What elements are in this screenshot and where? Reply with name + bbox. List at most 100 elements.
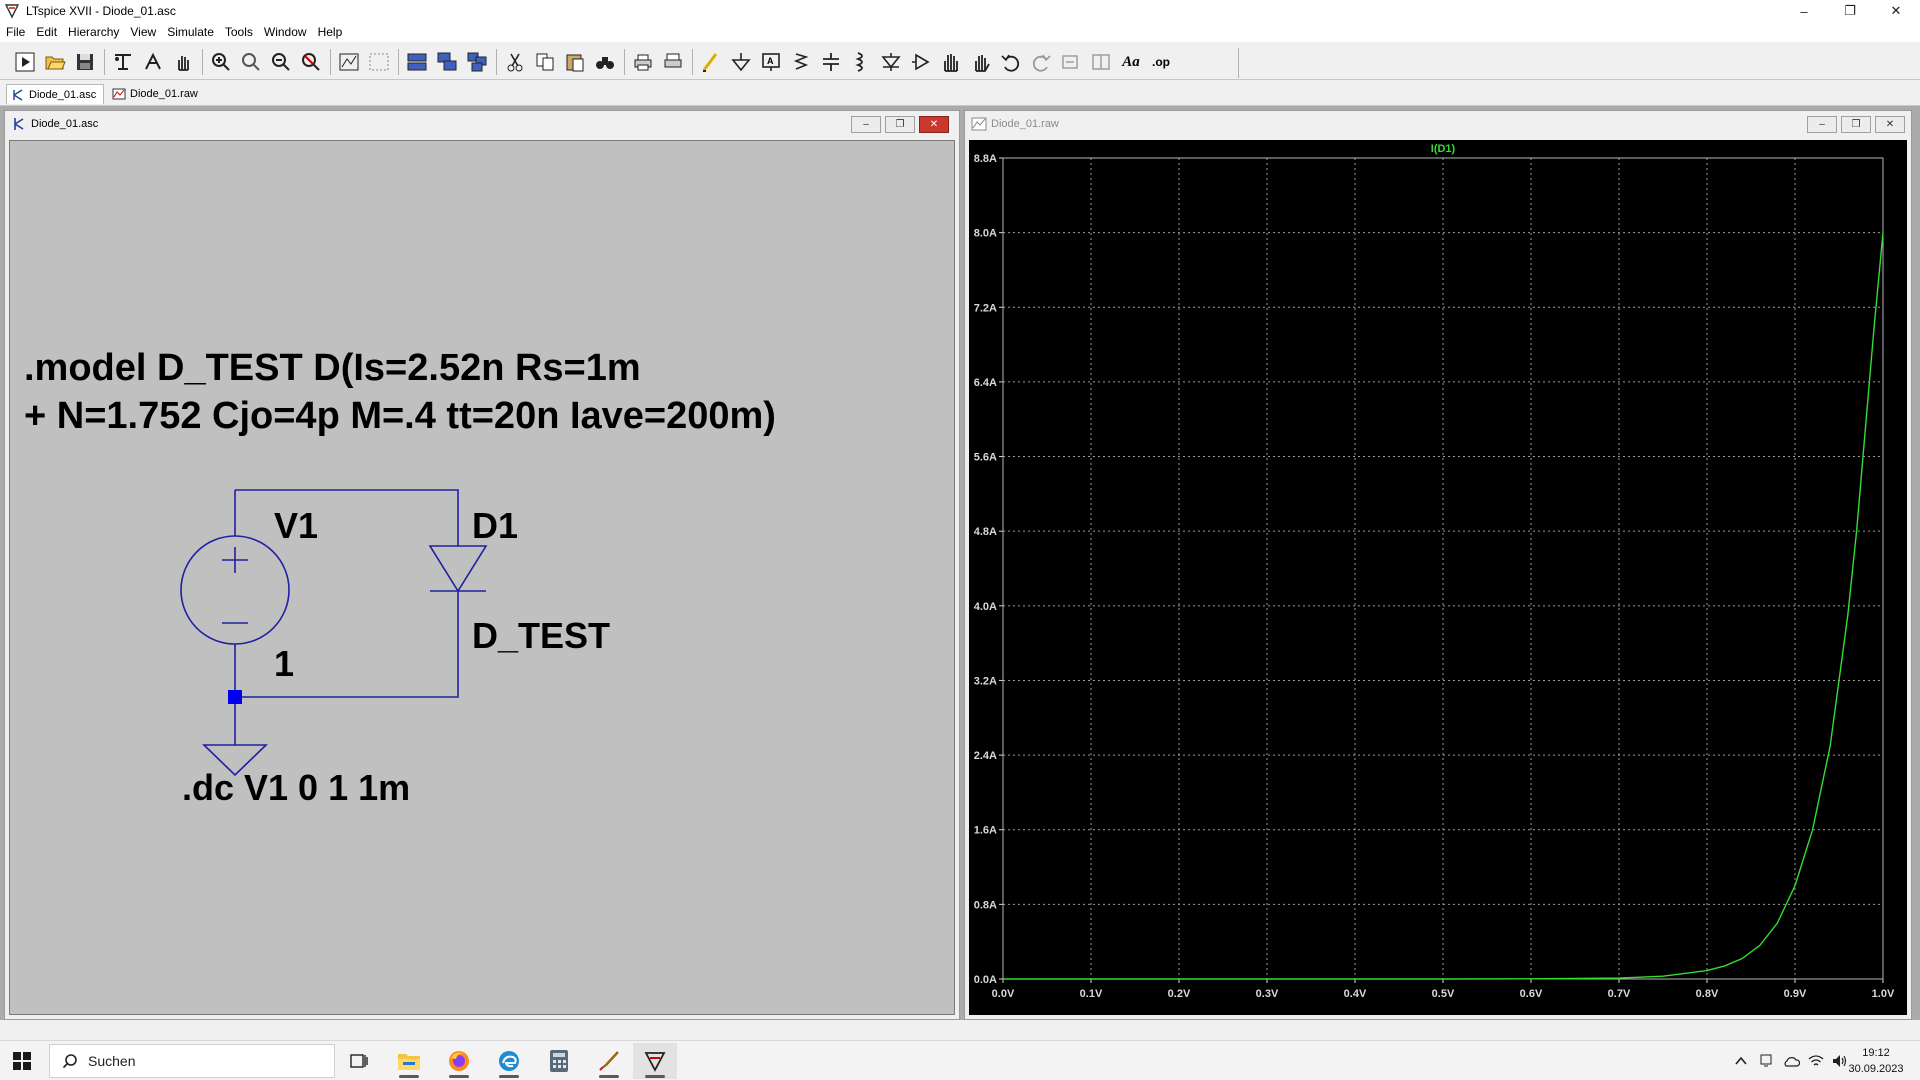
- print-icon[interactable]: [630, 49, 656, 75]
- junction-node[interactable]: [228, 690, 242, 704]
- label-net-icon[interactable]: A: [758, 49, 784, 75]
- ltspice-taskbar-icon[interactable]: [633, 1043, 677, 1079]
- zoom-cancel-icon[interactable]: [298, 49, 324, 75]
- menu-help[interactable]: Help: [318, 25, 343, 39]
- draw-wire-icon[interactable]: [698, 49, 724, 75]
- capacitor-icon[interactable]: [818, 49, 844, 75]
- autorange-icon[interactable]: [336, 49, 362, 75]
- plot-window: Diode_01.raw – ❐ ✕ 0.0V 0.1V 0.2V 0.3V 0.4V 0…: [964, 110, 1912, 1020]
- windows-start-icon[interactable]: [12, 1051, 32, 1071]
- diode-d1[interactable]: [428, 545, 488, 593]
- child-minimize-button[interactable]: –: [851, 116, 881, 133]
- taskbar-clock[interactable]: 19:12 30.09.2023: [1840, 1045, 1912, 1077]
- edge-icon[interactable]: [487, 1043, 531, 1079]
- zoom-out-icon[interactable]: [268, 49, 294, 75]
- waveform-icon[interactable]: [366, 49, 392, 75]
- restore-button[interactable]: ❐: [1830, 0, 1870, 22]
- mirror-icon[interactable]: [1088, 49, 1114, 75]
- control-panel-icon[interactable]: [110, 49, 136, 75]
- inductor-icon[interactable]: [848, 49, 874, 75]
- mdi-area: Diode_01.asc – ❐ ✕ .model D_TEST D(Is=2.…: [0, 106, 1920, 1020]
- cascade-icon[interactable]: [434, 49, 460, 75]
- schematic-window-titlebar: Diode_01.asc: [5, 111, 959, 137]
- onedrive-icon[interactable]: [1782, 1054, 1800, 1068]
- x-tick-label: 0.7V: [1608, 988, 1631, 1000]
- copy-icon[interactable]: [532, 49, 558, 75]
- toolbar-separator: [624, 49, 625, 75]
- run-icon[interactable]: [12, 49, 38, 75]
- device-icon[interactable]: [1758, 1053, 1774, 1069]
- wire-bottom[interactable]: [235, 591, 459, 698]
- menu-file[interactable]: File: [6, 25, 25, 39]
- plot-window-titlebar: Diode_01.raw: [965, 111, 1911, 137]
- v1-value-label[interactable]: 1: [274, 643, 294, 685]
- child-restore-button[interactable]: ❐: [885, 116, 915, 133]
- diode-icon[interactable]: [878, 49, 904, 75]
- waveform-plot-pane[interactable]: 0.0V 0.1V 0.2V 0.3V 0.4V 0.5V 0.6V 0.7V 0.8V 0.9V…: [969, 140, 1907, 1015]
- schematic-canvas[interactable]: .model D_TEST D(Is=2.52n Rs=1m + N=1.752…: [9, 140, 955, 1015]
- child-close-button[interactable]: ✕: [919, 116, 949, 133]
- task-view-icon[interactable]: [337, 1043, 381, 1079]
- save-icon[interactable]: [72, 49, 98, 75]
- x-tick-label: 0.8V: [1696, 988, 1719, 1000]
- x-tick-label: 0.2V: [1168, 988, 1191, 1000]
- d1-model-label[interactable]: D_TEST: [472, 615, 610, 657]
- v1-label[interactable]: V1: [274, 505, 318, 547]
- taskbar-search-box[interactable]: Suchen: [49, 1044, 335, 1078]
- menu-tools[interactable]: Tools: [225, 25, 253, 39]
- print-preview-icon[interactable]: [660, 49, 686, 75]
- tile-horizontal-icon[interactable]: [404, 49, 430, 75]
- wifi-icon[interactable]: [1808, 1054, 1824, 1068]
- firefox-icon[interactable]: [437, 1043, 481, 1079]
- d1-label[interactable]: D1: [472, 505, 518, 547]
- spice-directive-icon[interactable]: .op: [1148, 49, 1174, 75]
- tab-label: Diode_01.asc: [29, 88, 97, 101]
- component-icon[interactable]: [908, 49, 934, 75]
- tile-vertical-icon[interactable]: [464, 49, 490, 75]
- menu-edit[interactable]: Edit: [36, 25, 57, 39]
- tab-diode-raw[interactable]: Diode_01.raw: [108, 84, 204, 104]
- rotate-icon[interactable]: [1058, 49, 1084, 75]
- x-tick-label: 0.9V: [1784, 988, 1807, 1000]
- undo-icon[interactable]: [998, 49, 1024, 75]
- redo-icon[interactable]: [1028, 49, 1054, 75]
- move-icon[interactable]: [938, 49, 964, 75]
- open-icon[interactable]: [42, 49, 68, 75]
- close-button[interactable]: ✕: [1876, 0, 1916, 22]
- ground-icon[interactable]: [728, 49, 754, 75]
- y-tick-label: 2.4A: [974, 750, 997, 762]
- pen-tool-icon[interactable]: [587, 1043, 631, 1079]
- y-tick-label: 3.2A: [974, 675, 997, 687]
- plot-restore-button[interactable]: ❐: [1841, 116, 1871, 133]
- find-icon[interactable]: [592, 49, 618, 75]
- minimize-button[interactable]: –: [1784, 0, 1824, 22]
- chevron-up-icon[interactable]: [1734, 1054, 1748, 1068]
- tab-diode-asc[interactable]: Diode_01.asc: [6, 84, 104, 104]
- text-icon[interactable]: Aa: [1118, 49, 1144, 75]
- drag-icon[interactable]: [968, 49, 994, 75]
- toolbar-separator: [330, 49, 331, 75]
- menu-view[interactable]: View: [130, 25, 156, 39]
- schematic-icon: [14, 118, 24, 130]
- pan-icon[interactable]: [170, 49, 196, 75]
- calculator-icon[interactable]: [537, 1043, 581, 1079]
- wire-top[interactable]: [235, 489, 459, 546]
- plot-close-button[interactable]: ✕: [1875, 116, 1905, 133]
- paste-icon[interactable]: [562, 49, 588, 75]
- menu-bar: File Edit Hierarchy View Simulate Tools …: [0, 22, 1920, 42]
- waveform-chart[interactable]: 0.0V 0.1V 0.2V 0.3V 0.4V 0.5V 0.6V 0.7V 0.8V 0.9V…: [969, 140, 1907, 1015]
- resistor-icon[interactable]: [788, 49, 814, 75]
- halt-icon[interactable]: [140, 49, 166, 75]
- dc-directive[interactable]: .dc V1 0 1 1m: [182, 767, 410, 809]
- menu-hierarchy[interactable]: Hierarchy: [68, 25, 119, 39]
- voltage-source-v1[interactable]: [180, 535, 290, 645]
- file-explorer-icon[interactable]: [387, 1043, 431, 1079]
- zoom-in-icon[interactable]: [208, 49, 234, 75]
- cut-icon[interactable]: [502, 49, 528, 75]
- menu-simulate[interactable]: Simulate: [167, 25, 214, 39]
- zoom-full-icon[interactable]: [238, 49, 264, 75]
- circuit-drawing: [180, 489, 488, 777]
- menu-window[interactable]: Window: [264, 25, 307, 39]
- plot-minimize-button[interactable]: –: [1807, 116, 1837, 133]
- document-tabs: Diode_01.asc Diode_01.raw: [0, 82, 1920, 106]
